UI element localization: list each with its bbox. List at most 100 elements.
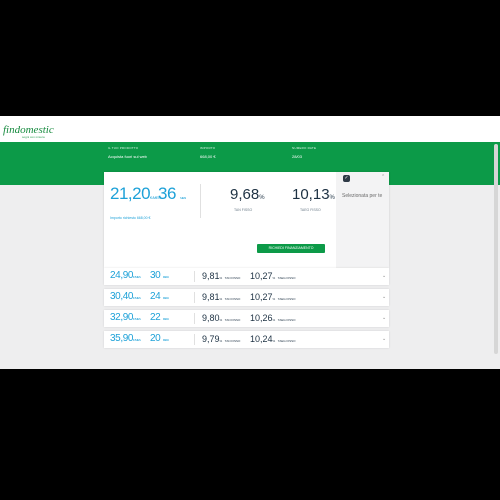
summary-installments: NUMERO RATE 28/03: [292, 146, 316, 159]
row-taeg-value: 10,27: [250, 271, 273, 281]
row-mesi-value: 24: [150, 291, 161, 302]
chevron-down-icon[interactable]: ⌄: [382, 315, 386, 321]
chevron-down-icon[interactable]: ⌄: [382, 294, 386, 300]
row-rata: 35,90€ /MES: [110, 333, 141, 344]
row-rata-unit: € /MES: [133, 317, 141, 321]
percent-sign: %: [272, 297, 276, 301]
check-icon: ✓: [343, 175, 350, 182]
percent-sign: %: [272, 339, 276, 343]
row-tan: 9,81% TAN FISSO: [202, 271, 240, 281]
row-mesi: 22 MESI: [150, 312, 169, 323]
row-mesi: 24 MESI: [150, 291, 169, 302]
divider: [194, 334, 195, 345]
row-taeg-value: 10,24: [250, 334, 273, 344]
site-header: findomestic sogni con misura: [0, 116, 500, 143]
summary-product: IL TUO PRODOTTO Acquista fuori sul web: [108, 146, 147, 159]
summary-value: 668,00 €: [200, 154, 216, 159]
row-taeg-value: 10,26: [250, 313, 273, 323]
chevron-up-icon[interactable]: ⌃: [381, 174, 385, 180]
summary-value: Acquista fuori sul web: [108, 154, 147, 159]
offer-row[interactable]: 32,90€ /MES 22 MESI 9,80% TAN FISSO 10,2…: [104, 310, 389, 327]
tan-label: TAN FISSO: [234, 208, 253, 212]
row-mesi: 30 MESI: [150, 270, 169, 281]
tan-value: 9,68: [230, 186, 260, 203]
row-tan-label: TAN FISSO: [224, 297, 241, 301]
row-mesi-value: 20: [150, 333, 161, 344]
row-taeg: 10,24% TAEG FISSO: [250, 334, 296, 344]
page-scrollbar[interactable]: [494, 144, 498, 354]
row-rata-unit: € /MES: [133, 338, 141, 342]
row-rata-value: 30,40: [110, 291, 134, 302]
row-tan-label: TAN FISSO: [224, 276, 241, 280]
rata-value: 21,20: [110, 184, 151, 203]
summary-value: 28/03: [292, 154, 303, 159]
divider: [194, 271, 195, 282]
row-rata: 32,90€ /MES: [110, 312, 141, 323]
taeg-rate: 10,13%: [292, 186, 335, 203]
row-tan-label: TAN FISSO: [224, 339, 241, 343]
percent-sign: %: [219, 276, 223, 280]
duration: 36 MESI: [158, 184, 186, 204]
row-tan-value: 9,79: [202, 334, 220, 344]
row-rata-value: 35,90: [110, 333, 134, 344]
row-mesi: 20 MESI: [150, 333, 169, 344]
row-tan-label: TAN FISSO: [224, 318, 241, 322]
taeg-value: 10,13: [292, 186, 330, 203]
row-taeg-value: 10,27: [250, 292, 273, 302]
divider: [194, 313, 195, 324]
percent-sign: %: [219, 297, 223, 301]
divider: [200, 184, 201, 218]
chevron-down-icon[interactable]: ⌄: [382, 273, 386, 279]
chevron-down-icon[interactable]: ⌄: [382, 336, 386, 342]
row-tan: 9,81% TAN FISSO: [202, 292, 240, 302]
row-tan-value: 9,81: [202, 292, 220, 302]
percent-sign: %: [219, 318, 223, 322]
tan-rate: 9,68%: [230, 186, 265, 203]
row-mesi-value: 22: [150, 312, 161, 323]
row-taeg: 10,27% TAEG FISSO: [250, 292, 296, 302]
row-mesi-value: 30: [150, 270, 161, 281]
row-mesi-unit: MESI: [162, 317, 169, 321]
row-taeg-label: TAEG FISSO: [277, 276, 296, 280]
row-rata-value: 24,90: [110, 270, 134, 281]
row-tan-value: 9,81: [202, 271, 220, 281]
mesi-unit: MESI: [180, 196, 186, 200]
selected-offer-card[interactable]: 21,20€ /MES 36 MESI 9,68% TAN FISSO 10,1…: [104, 172, 389, 268]
row-taeg-label: TAEG FISSO: [277, 318, 296, 322]
row-taeg: 10,27% TAEG FISSO: [250, 271, 296, 281]
logo-tagline: sogni con misura: [22, 135, 45, 139]
percent-sign: %: [329, 195, 335, 201]
percent-sign: %: [259, 195, 265, 201]
offer-row[interactable]: 30,40€ /MES 24 MESI 9,81% TAN FISSO 10,2…: [104, 289, 389, 306]
row-tan: 9,79% TAN FISSO: [202, 334, 240, 344]
bottom-letterbox: [0, 369, 500, 500]
row-mesi-unit: MESI: [162, 275, 169, 279]
monthly-payment: 21,20€ /MES: [110, 184, 161, 204]
row-rata-unit: € /MES: [133, 275, 141, 279]
mesi-value: 36: [158, 184, 176, 203]
row-taeg-label: TAEG FISSO: [277, 339, 296, 343]
summary-label: IMPORTO: [200, 146, 216, 150]
row-taeg-label: TAEG FISSO: [277, 297, 296, 301]
requested-amount-link[interactable]: Importo richiesto 668,00 €: [110, 216, 150, 220]
row-rata: 24,90€ /MES: [110, 270, 141, 281]
offer-row[interactable]: 35,90€ /MES 20 MESI 9,79% TAN FISSO 10,2…: [104, 331, 389, 348]
percent-sign: %: [219, 339, 223, 343]
row-rata-unit: € /MES: [133, 296, 141, 300]
row-tan-value: 9,80: [202, 313, 220, 323]
divider: [194, 292, 195, 303]
row-rata-value: 32,90: [110, 312, 134, 323]
percent-sign: %: [272, 318, 276, 322]
row-rata: 30,40€ /MES: [110, 291, 141, 302]
selection-panel: ✓ ⌃ Selezionata per te: [336, 172, 389, 268]
summary-label: IL TUO PRODOTTO: [108, 146, 139, 150]
row-tan: 9,80% TAN FISSO: [202, 313, 240, 323]
selection-label: Selezionata per te: [342, 193, 383, 199]
row-mesi-unit: MESI: [162, 338, 169, 342]
request-financing-button[interactable]: RICHIEDI FINANZIAMENTO: [257, 244, 325, 253]
row-mesi-unit: MESI: [162, 296, 169, 300]
offer-row[interactable]: 24,90€ /MES 30 MESI 9,81% TAN FISSO 10,2…: [104, 268, 389, 285]
browser-viewport: findomestic sogni con misura IL TUO PROD…: [0, 116, 500, 369]
top-letterbox: [0, 0, 500, 116]
summary-label: NUMERO RATE: [292, 146, 317, 150]
